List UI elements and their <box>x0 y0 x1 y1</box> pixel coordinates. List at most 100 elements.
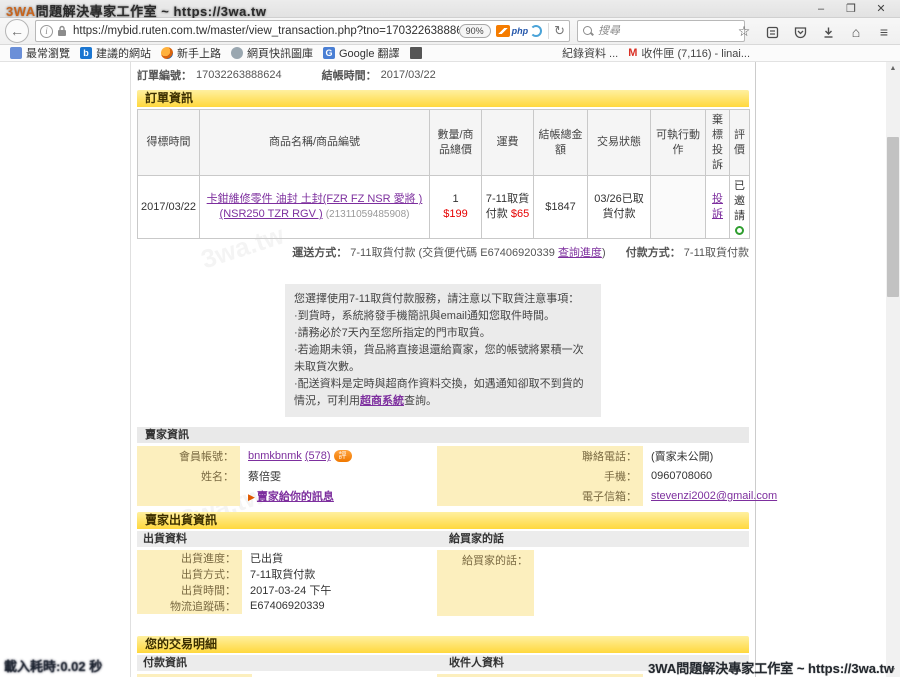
notice-last-post: 查詢。 <box>404 395 437 407</box>
download-icon[interactable] <box>814 24 842 40</box>
payment-subtitle: 付款資訊 <box>137 655 443 671</box>
seller-mobile: 0960708060 <box>643 470 712 482</box>
ship-time-value: 2017-03-24 下午 <box>242 582 331 598</box>
cell-rating: 已邀請 <box>730 176 750 239</box>
cell-date: 2017/03/22 <box>138 176 200 239</box>
shipment-left-col: 出貨進度： 已出貨 出貨方式： 7-11取貨付款 出貨時間： 2017-03-2… <box>137 550 437 616</box>
cell-qty: 1 $199 <box>430 176 482 239</box>
ship-method-value: 7-11取貨付款 (交貨便代碼 E67406920339 <box>350 247 558 259</box>
col-header-actions: 可執行動作 <box>651 110 706 176</box>
seller-right-col: 聯絡電話： (賣家未公開) 手機： 0960708060 電子信箱： steve… <box>437 446 743 506</box>
bookmark-item-history[interactable]: 紀錄資料 ... <box>562 45 618 61</box>
notice-last-pre: ·配送資料是定時與超商作資料交換，如遇通知卻取不到貨的情況，可利用 <box>294 378 584 407</box>
col-header-status: 交易狀態 <box>588 110 651 176</box>
tracking-row: 物流追蹤碼： E67406920339 <box>137 598 437 614</box>
seller-email-row: 電子信箱： stevenzi2002@gmail.com <box>437 486 743 506</box>
ruten-site-icon[interactable] <box>496 25 510 37</box>
bookmark-item-image[interactable] <box>410 47 426 59</box>
complaint-link[interactable]: 投訴 <box>712 193 723 220</box>
restore-icon[interactable]: ❐ <box>836 1 866 17</box>
col-header-shipping: 運費 <box>482 110 534 176</box>
pay-method-label: 付款方式： <box>626 247 681 259</box>
col-header-product: 商品名稱/商品編號 <box>200 110 430 176</box>
seller-account-row: 會員帳號： bnmkbnmk (578)評 <box>137 446 437 466</box>
order-table-header-row: 得標時間 商品名稱/商品編號 數量/商品總價 運費 結帳總金額 交易狀態 可執行… <box>138 110 750 176</box>
seller-email-link[interactable]: stevenzi2002@gmail.com <box>651 490 777 502</box>
inbox-label: 收件匣 (7,116) - linai... <box>641 45 750 61</box>
bookmark-item-web-slices[interactable]: 網頁快訊圖庫 <box>231 45 313 61</box>
home-icon[interactable]: ⌂ <box>842 24 870 40</box>
seller-left-col: 會員帳號： bnmkbnmk (578)評 姓名： 蔡倍雯 ▶賣家給你的訊息 <box>137 446 437 506</box>
bookmark-item-getting-started[interactable]: 新手上路 <box>161 45 221 61</box>
col-header-qty: 數量/商品總價 <box>430 110 482 176</box>
url-text[interactable]: https://mybid.ruten.com.tw/master/view_t… <box>73 25 459 37</box>
buyer-note-label: 給買家的話： <box>437 550 534 616</box>
notice-line-last: ·配送資料是定時與超商作資料交換，如遇通知卻取不到貨的情況，可利用超商系統查詢。 <box>294 376 592 410</box>
col-header-complaint: 棄標投訴 <box>706 110 730 176</box>
ship-method-row: 出貨方式： 7-11取貨付款 <box>137 566 437 582</box>
tracking-label: 物流追蹤碼： <box>137 598 242 614</box>
ship-time-row: 出貨時間： 2017-03-24 下午 <box>137 582 437 598</box>
seller-rating-count-link[interactable]: (578) <box>305 450 331 462</box>
notice-line: 您選擇使用7-11取貨付款服務，請注意以下取貨注意事項： <box>294 291 592 308</box>
ship-method-close: ) <box>602 247 606 259</box>
seller-message-value: ▶賣家給你的訊息 <box>240 488 334 504</box>
menu-icon[interactable]: ≡ <box>870 24 898 40</box>
seller-name-row: 姓名： 蔡倍雯 <box>137 466 437 486</box>
bookmarks-list-icon[interactable] <box>758 24 786 40</box>
zoom-level-badge[interactable]: 90% <box>459 24 491 38</box>
checkout-time-value: 2017/03/22 <box>381 69 436 81</box>
window-controls: – ❐ ✕ <box>806 0 896 18</box>
php-icon[interactable]: php <box>512 26 529 36</box>
watermark-title-rest: 問題解決專家工作室 ~ https://3wa.tw <box>36 4 267 19</box>
lock-icon <box>57 25 67 37</box>
scrollbar-thumb[interactable] <box>887 137 899 297</box>
arrow-right-icon: ▶ <box>248 492 255 502</box>
back-button[interactable]: ← <box>5 19 29 43</box>
seller-phone-row: 聯絡電話： (賣家未公開) <box>437 446 743 466</box>
pocket-icon[interactable] <box>786 24 814 40</box>
bookmark-item-google-translate[interactable]: G Google 翻譯 <box>323 45 400 61</box>
cell-status: 03/26已取貨付款 <box>588 176 651 239</box>
col-header-rating: 評價 <box>730 110 750 176</box>
progress-link[interactable]: 查詢進度 <box>558 247 602 259</box>
globe-icon <box>231 47 243 59</box>
bookmark-item-gmail-inbox[interactable]: M 收件匣 (7,116) - linai... <box>628 45 750 61</box>
gmail-icon: M <box>628 47 637 59</box>
ship-progress-value: 已出貨 <box>242 550 283 566</box>
bookmark-item-suggested[interactable]: b 建議的網站 <box>80 45 151 61</box>
shipment-right-col: 給買家的話： <box>437 550 743 616</box>
qty-value: 1 <box>432 192 479 207</box>
account-value: bnmkbnmk (578)評 <box>240 450 352 462</box>
reload-icon[interactable]: ↻ <box>548 23 565 39</box>
vertical-scrollbar[interactable]: ▲ ▼ <box>886 62 900 677</box>
screenshot-root: 3WA問題解決專家工作室 ~ https://3wa.tw – ❐ ✕ ← i … <box>0 0 900 677</box>
page-info-icon[interactable]: i <box>40 25 53 38</box>
seller-badge-icon[interactable]: 評 <box>334 450 352 462</box>
minimize-icon[interactable]: – <box>806 1 836 17</box>
buyer-note-row: 給買家的話： <box>437 550 743 616</box>
cell-shipping: 7-11取貨付款 $65 <box>482 176 534 239</box>
bookmark-label: Google 翻譯 <box>339 45 400 61</box>
browser-toolbar: ← i https://mybid.ruten.com.tw/master/vi… <box>0 18 900 45</box>
cell-complaint: 投訴 <box>706 176 730 239</box>
google-translate-icon: G <box>323 47 335 59</box>
seller-section-header: 賣家資訊 <box>137 427 749 443</box>
ship-method-value2: 7-11取貨付款 <box>242 566 315 582</box>
seller-message-link[interactable]: 賣家給你的訊息 <box>257 491 334 503</box>
scroll-up-icon[interactable]: ▲ <box>886 62 900 75</box>
close-icon[interactable]: ✕ <box>866 1 896 17</box>
seller-account-link[interactable]: bnmkbnmk <box>248 450 302 462</box>
bookmark-item-most-visited[interactable]: 最常瀏覽 <box>10 45 70 61</box>
ship-progress-label: 出貨進度： <box>137 550 242 566</box>
swirl-addon-icon[interactable] <box>530 25 542 37</box>
seller-phone: (賣家未公開) <box>643 448 713 464</box>
store-system-link[interactable]: 超商系統 <box>360 395 404 407</box>
search-input[interactable] <box>598 25 728 37</box>
bookmark-star-icon[interactable]: ☆ <box>730 23 758 40</box>
search-bar[interactable] <box>577 20 745 42</box>
bookmarks-bar: 最常瀏覽 b 建議的網站 新手上路 網頁快訊圖庫 G Google 翻譯 紀錄資… <box>0 45 900 62</box>
bookmark-label: 建議的網站 <box>96 45 151 61</box>
name-label: 姓名： <box>137 466 240 486</box>
url-bar[interactable]: i https://mybid.ruten.com.tw/master/view… <box>35 20 570 42</box>
